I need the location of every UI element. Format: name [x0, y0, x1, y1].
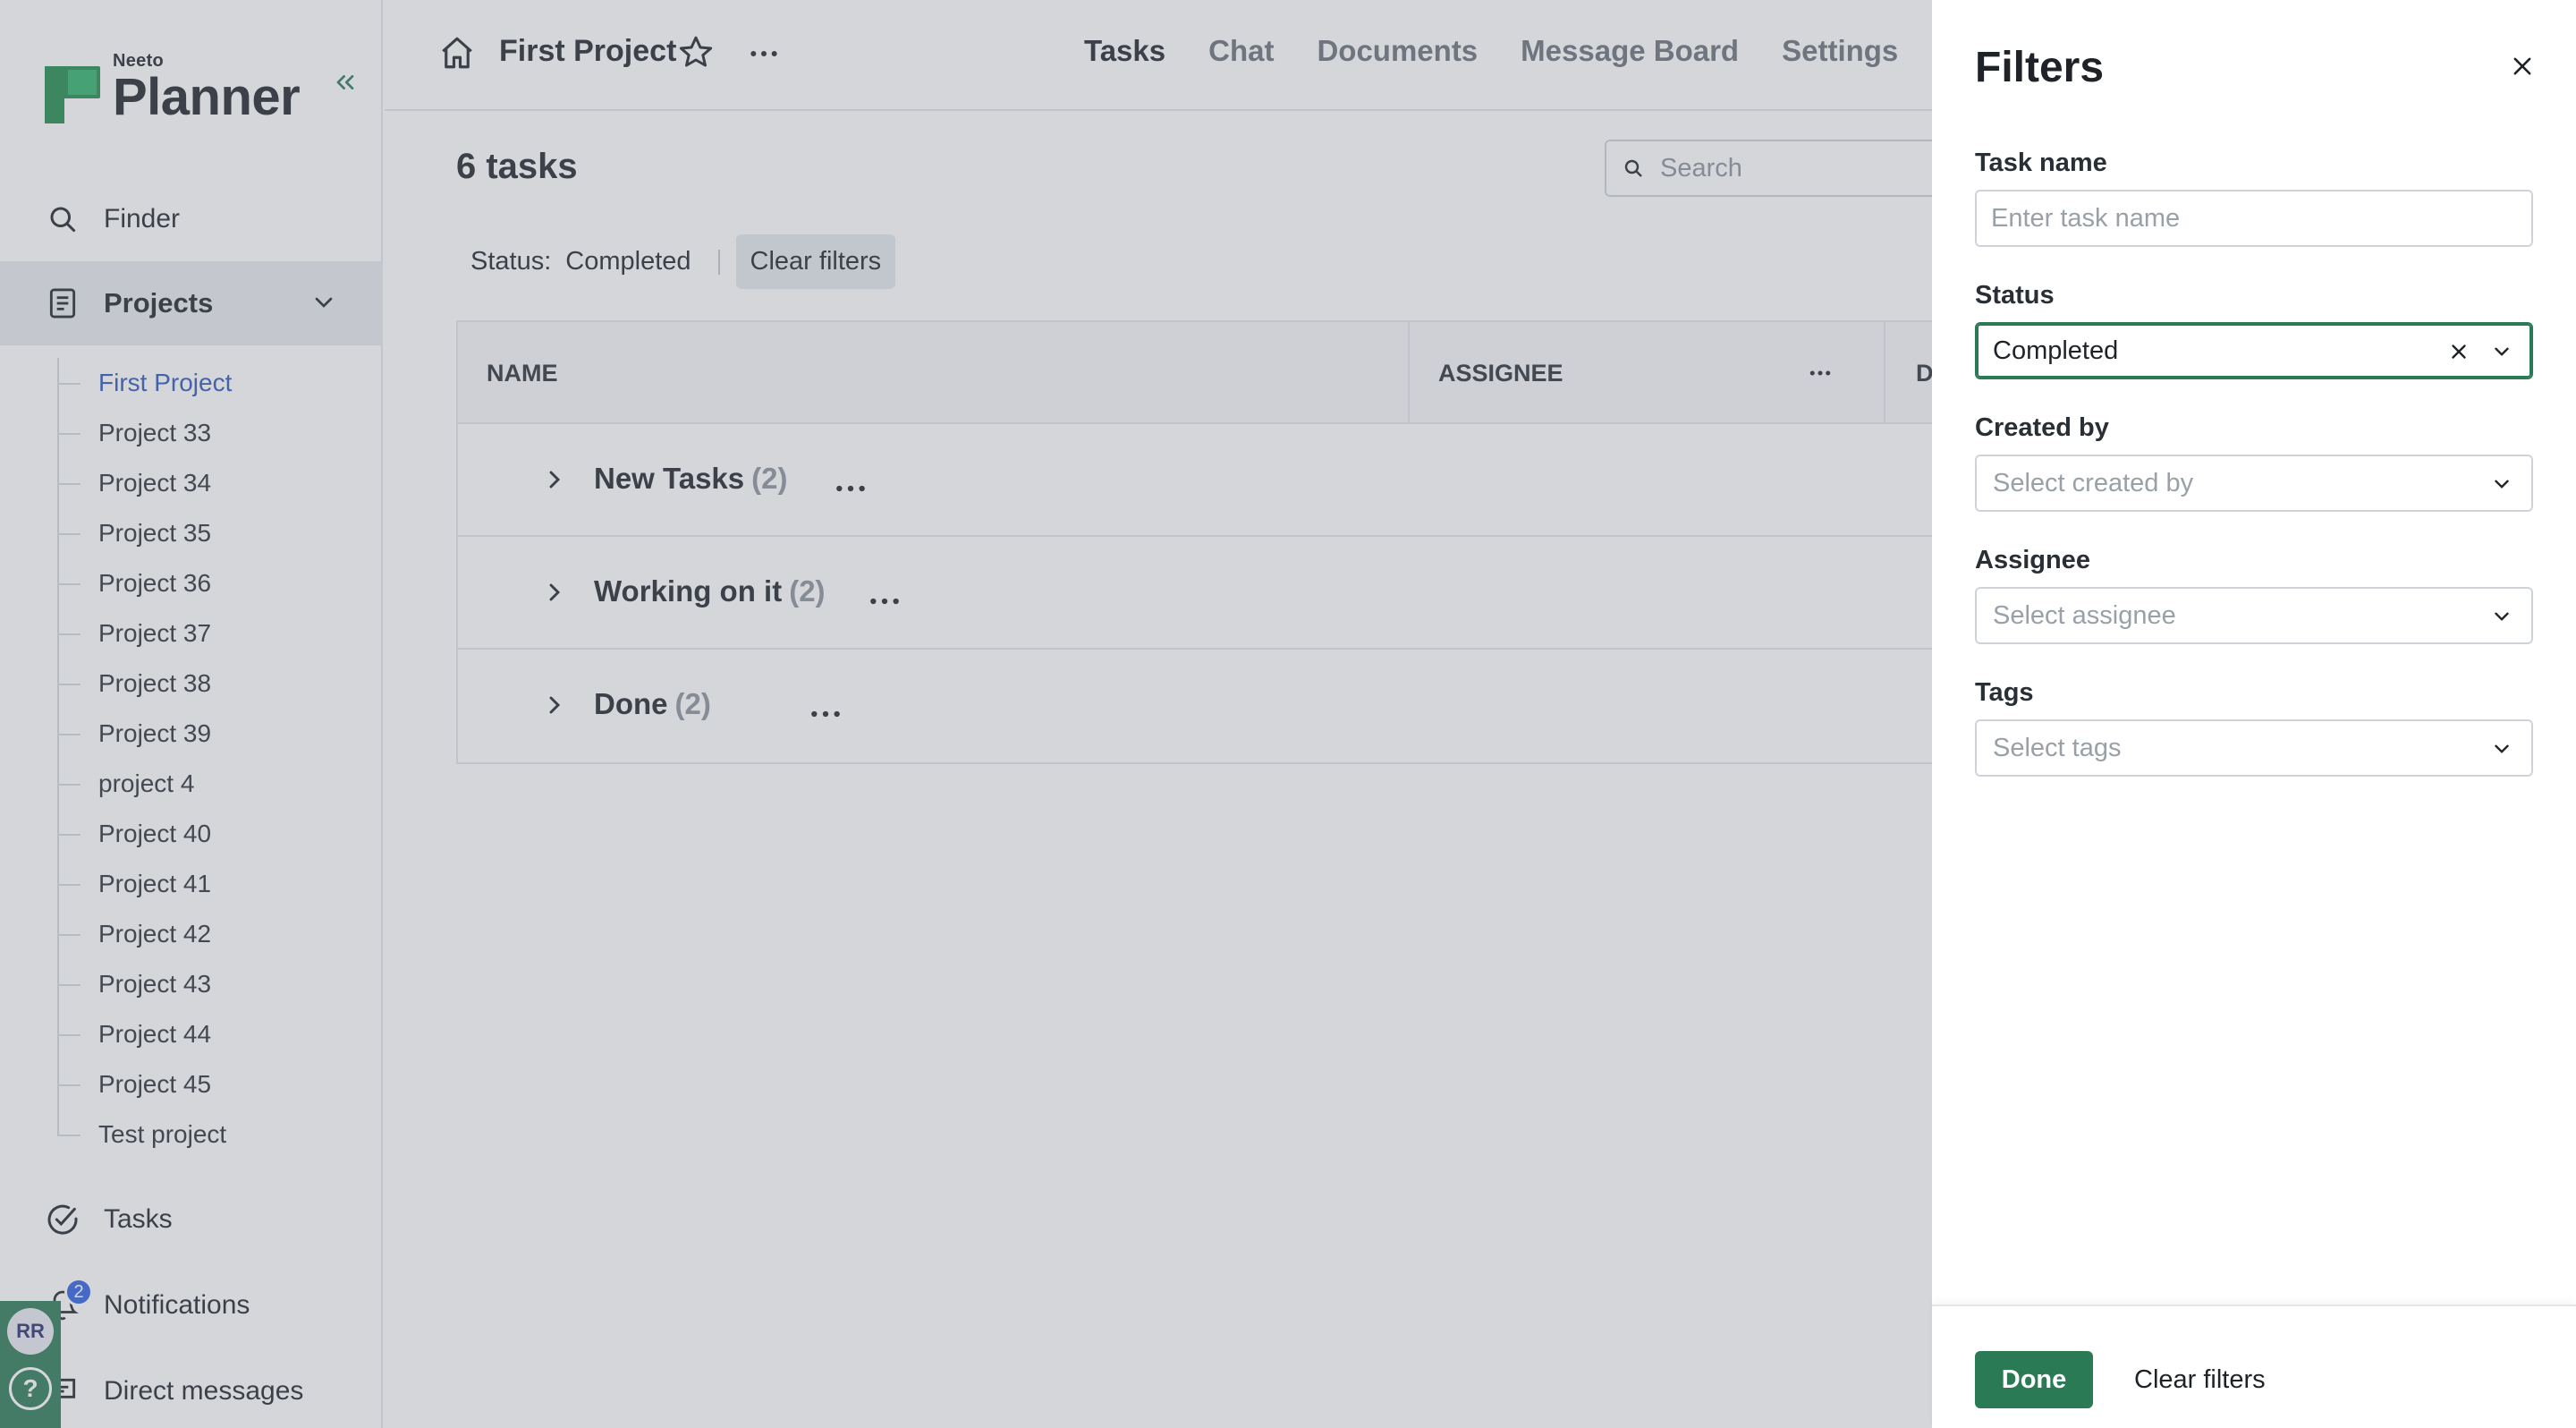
- panel-title: Filters: [1975, 44, 2105, 91]
- status-label: Status: [1975, 281, 2055, 310]
- created-by-placeholder: Select created by: [1993, 468, 2194, 497]
- panel-footer: Done Clear filters: [1932, 1305, 2576, 1428]
- clear-selection-icon[interactable]: [2447, 340, 2470, 363]
- chevron-down-icon[interactable]: [2490, 340, 2513, 363]
- clear-filters-button[interactable]: Clear filters: [2120, 1351, 2280, 1408]
- done-button[interactable]: Done: [1975, 1351, 2093, 1408]
- assignee-placeholder: Select assignee: [1993, 600, 2176, 630]
- tags-placeholder: Select tags: [1993, 733, 2122, 762]
- assignee-select[interactable]: Select assignee: [1975, 587, 2533, 644]
- close-icon[interactable]: [2504, 48, 2540, 84]
- tags-label: Tags: [1975, 678, 2034, 707]
- chevron-down-icon[interactable]: [2490, 605, 2513, 628]
- filters-panel: Filters Task name Status Completed Creat…: [1932, 0, 2576, 1428]
- chevron-down-icon[interactable]: [2490, 472, 2513, 496]
- tags-select[interactable]: Select tags: [1975, 719, 2533, 777]
- task-name-input[interactable]: [1991, 203, 2531, 234]
- task-name-field[interactable]: [1975, 190, 2533, 247]
- created-by-label: Created by: [1975, 413, 2109, 442]
- status-selected-value: Completed: [1993, 336, 2119, 365]
- task-name-label: Task name: [1975, 149, 2107, 177]
- chevron-down-icon[interactable]: [2490, 737, 2513, 761]
- modal-backdrop[interactable]: [0, 0, 1932, 1428]
- status-select[interactable]: Completed: [1975, 322, 2533, 379]
- assignee-label: Assignee: [1975, 546, 2090, 574]
- created-by-select[interactable]: Select created by: [1975, 455, 2533, 512]
